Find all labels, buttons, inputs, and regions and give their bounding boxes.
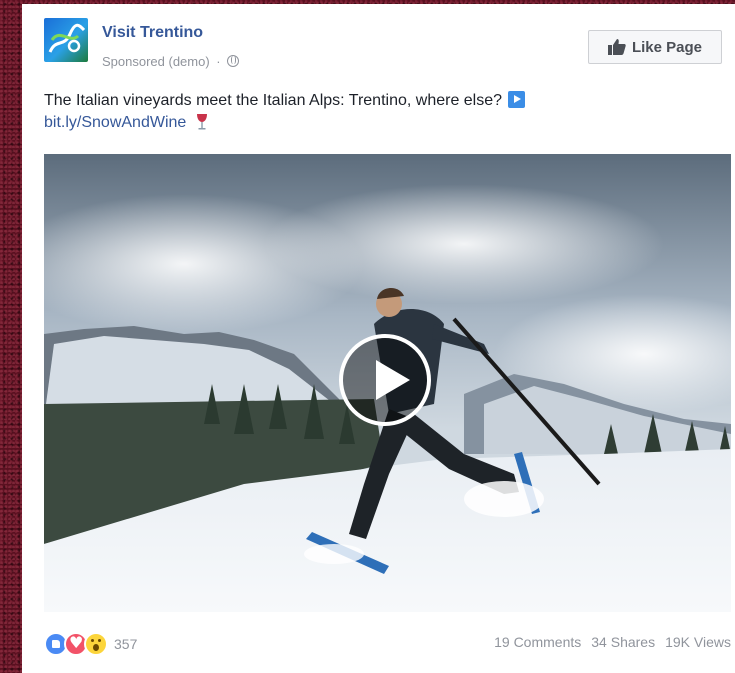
page-name-link[interactable]: Visit Trentino [102,24,203,42]
post-link[interactable]: bit.ly/SnowAndWine [44,114,186,131]
post-message: The Italian vineyards meet the Italian A… [44,92,503,109]
wow-reaction-icon [84,632,108,656]
wine-glass-icon [196,114,207,130]
video-player[interactable] [44,154,731,612]
views-count: 19K Views [665,634,731,650]
thumbs-up-icon [607,39,626,55]
page-avatar-logo[interactable] [44,18,88,62]
like-page-button[interactable]: Like Page [588,30,722,64]
separator-dot: · [216,54,221,69]
post-footer: 357 19 Comments 34 Shares 19K Views [44,628,731,656]
globe-icon [227,55,240,67]
sponsored-label: Sponsored (demo) · [102,54,240,69]
post-text: The Italian vineyards meet the Italian A… [44,90,724,134]
sponsored-post-card: Visit Trentino Sponsored (demo) · Like P… [22,4,735,673]
post-header: Visit Trentino Sponsored (demo) · Like P… [44,18,724,70]
reactions-summary[interactable]: 357 [44,632,137,656]
trentino-logo-icon [48,23,86,53]
play-icon[interactable] [339,334,431,426]
shares-count-link[interactable]: 34 Shares [591,634,655,650]
like-page-label: Like Page [631,38,703,56]
play-button-emoji-icon [508,91,526,108]
comments-count-link[interactable]: 19 Comments [494,634,581,650]
reactions-count: 357 [114,636,138,652]
sponsored-text: Sponsored (demo) [102,54,210,69]
post-stats: 19 Comments 34 Shares 19K Views [494,634,731,650]
